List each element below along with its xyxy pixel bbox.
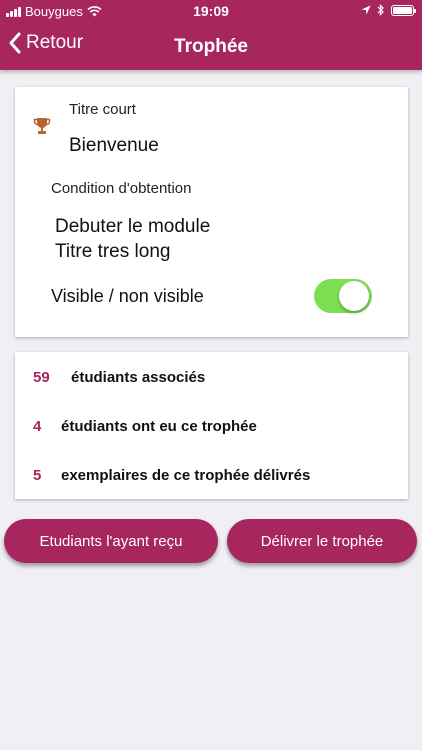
trophy-icon — [33, 118, 51, 134]
page-title: Trophée — [174, 36, 248, 57]
condition-line: Debuter le module — [55, 216, 211, 237]
location-icon — [361, 5, 371, 15]
battery-icon — [391, 4, 416, 16]
condition-label: Condition d'obtention — [51, 180, 192, 197]
short-title-value: Bienvenue — [69, 135, 159, 156]
status-right — [361, 4, 416, 16]
visibility-toggle[interactable] — [314, 279, 372, 313]
stat-value: 4 — [33, 418, 42, 435]
students-received-button[interactable]: Etudiants l'ayant reçu — [4, 519, 218, 563]
stat-label: exemplaires de ce trophée délivrés — [61, 467, 311, 484]
status-time: 19:09 — [193, 3, 229, 19]
condition-line: Titre tres long — [55, 241, 171, 262]
toggle-knob — [339, 281, 369, 311]
stat-label: étudiants ont eu ce trophée — [61, 418, 257, 435]
status-bar: Bouygues 19:09 — [0, 0, 422, 22]
stat-value: 59 — [33, 369, 50, 386]
visibility-label: Visible / non visible — [51, 286, 204, 306]
short-title-label: Titre court — [69, 101, 136, 118]
condition-text: Debuter le module Titre tres long — [55, 214, 210, 264]
stat-value: 5 — [33, 467, 42, 484]
bluetooth-icon — [377, 4, 384, 16]
stat-label: étudiants associés — [71, 369, 206, 386]
stat-associated-students: 59 étudiants associés — [33, 369, 205, 386]
trophy-stats-card: 59 étudiants associés 4 étudiants ont eu c… — [15, 352, 408, 499]
stat-students-awarded: 4 étudiants ont eu ce trophée — [33, 418, 257, 435]
navigation-bar: Retour Trophée — [0, 24, 422, 68]
stat-copies-delivered: 5 exemplaires de ce trophée délivrés — [33, 467, 310, 484]
trophy-details-card: Titre court Bienvenue Condition d'obtent… — [15, 87, 408, 337]
app-header: Bouygues 19:09 Retour Trophée — [0, 0, 422, 70]
deliver-trophy-button[interactable]: Délivrer le trophée — [227, 519, 417, 563]
